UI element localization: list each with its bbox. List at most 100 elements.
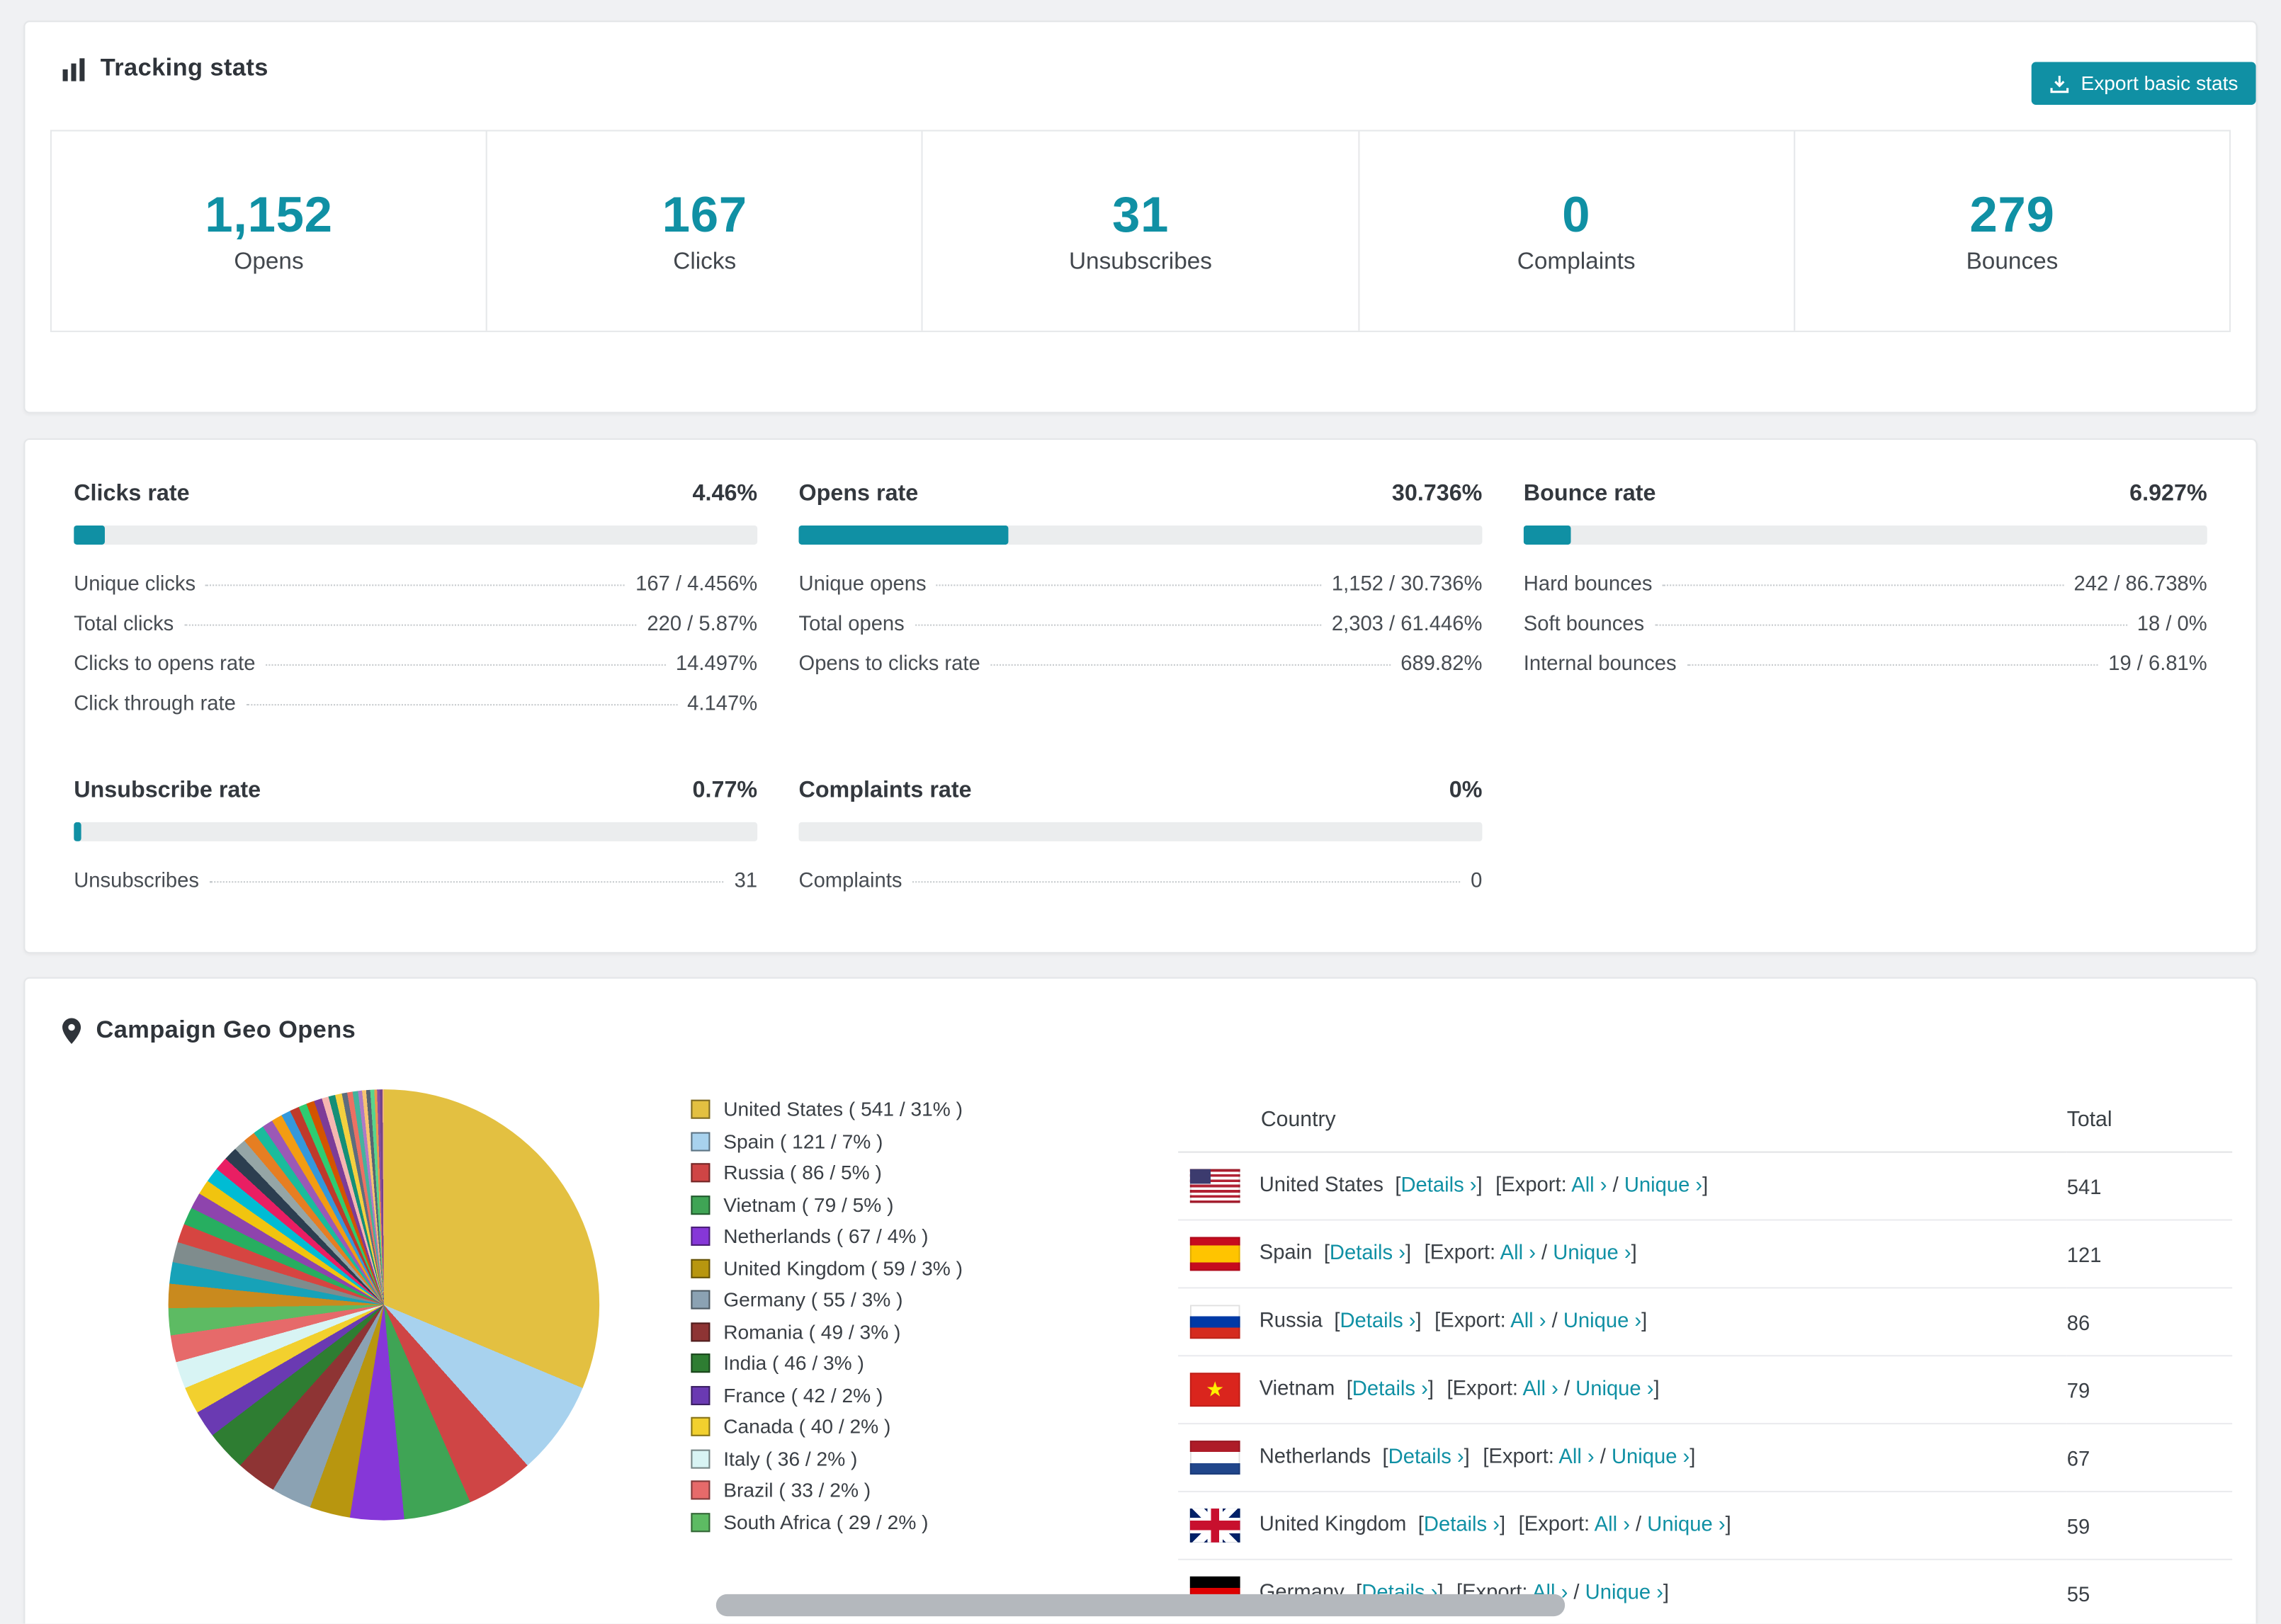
rate-stat-label: Complaints [798, 867, 902, 891]
country-name: United States [1259, 1172, 1383, 1196]
country-name: Spain [1259, 1240, 1313, 1264]
export-unique-link[interactable]: Unique › [1585, 1579, 1663, 1603]
legend-item[interactable]: France ( 42 / 2% ) [691, 1384, 1178, 1406]
dotted-leader [246, 703, 677, 705]
bracket: ] [1427, 1375, 1434, 1400]
export-unique-link[interactable]: Unique › [1553, 1240, 1631, 1264]
details-link[interactable]: Details › [1388, 1444, 1464, 1467]
bracket: ] [1663, 1579, 1670, 1603]
rate-stat-row: Soft bounces 18 / 0% [1524, 602, 2207, 642]
export-unique-link[interactable]: Unique › [1612, 1444, 1689, 1467]
details-link[interactable]: Details › [1330, 1240, 1405, 1264]
country-total: 55 [2066, 1559, 2233, 1624]
total-column-header: Total [2066, 1089, 2233, 1153]
stat-label: Clicks [673, 249, 737, 274]
rate-stat-label: Soft bounces [1523, 610, 1645, 635]
details-link[interactable]: Details › [1352, 1376, 1428, 1399]
rate-stat-row: Unsubscribes 31 [74, 859, 757, 899]
location-pin-icon [60, 1017, 82, 1045]
rate-stat-value: 4.147% [687, 690, 758, 714]
export-all-link[interactable]: All › [1571, 1172, 1607, 1196]
rate-stat-value: 220 / 5.87% [647, 610, 758, 635]
legend-label: South Africa ( 29 / 2% ) [723, 1511, 929, 1533]
details-link[interactable]: Details › [1340, 1308, 1415, 1331]
legend-item[interactable]: Russia ( 86 / 5% ) [691, 1162, 1178, 1183]
export-all-link[interactable]: All › [1558, 1444, 1594, 1467]
legend-item[interactable]: India ( 46 / 3% ) [691, 1352, 1178, 1374]
legend-label: France ( 42 / 2% ) [723, 1383, 883, 1407]
country-total: 121 [2066, 1220, 2233, 1289]
legend-item[interactable]: Vietnam ( 79 / 5% ) [691, 1193, 1178, 1215]
export-label: [Export: [1518, 1511, 1590, 1535]
clicks-rate-section: Clicks rate 4.46% Unique clicks 167 / 4.4… [74, 481, 757, 722]
export-basic-stats-button[interactable]: Export basic stats [2032, 62, 2256, 105]
export-unique-link[interactable]: Unique › [1563, 1308, 1641, 1331]
export-basic-stats-label: Export basic stats [2081, 72, 2238, 95]
export-all-link[interactable]: All › [1510, 1308, 1546, 1331]
legend-swatch [691, 1353, 711, 1373]
legend-item[interactable]: Canada ( 40 / 2% ) [691, 1416, 1178, 1438]
legend-label: Vietnam ( 79 / 5% ) [723, 1193, 894, 1216]
horizontal-scrollbar-thumb[interactable] [715, 1594, 1566, 1617]
legend-item[interactable]: Italy ( 36 / 2% ) [691, 1447, 1178, 1470]
export-unique-link[interactable]: Unique › [1647, 1512, 1725, 1535]
details-link[interactable]: Details › [1400, 1172, 1476, 1196]
bracket: ] [1653, 1375, 1660, 1400]
legend-item[interactable]: Romania ( 49 / 3% ) [691, 1320, 1178, 1342]
table-row: United States [Details ›] [Export: All ›… [1178, 1152, 2233, 1221]
legend-item[interactable]: Netherlands ( 67 / 4% ) [691, 1225, 1178, 1247]
bounce-rate-section: Bounce rate 6.927% Hard bounces 242 / 86.… [1523, 481, 2207, 722]
rate-stat-label: Total opens [798, 610, 905, 635]
opens-rate-value: 30.736% [1391, 481, 1483, 506]
legend-label: Italy ( 36 / 2% ) [723, 1447, 858, 1470]
table-header-row: Country Total [1178, 1089, 2233, 1153]
bracket: [ [1346, 1375, 1352, 1400]
dotted-leader [912, 880, 1461, 882]
export-all-link[interactable]: All › [1595, 1512, 1630, 1535]
bracket: ] [1641, 1307, 1648, 1332]
geo-pie-chart[interactable] [168, 1089, 600, 1521]
separator: / [1636, 1511, 1642, 1535]
legend-swatch [691, 1226, 711, 1246]
legend-item[interactable]: Germany ( 55 / 3% ) [691, 1288, 1178, 1311]
details-link[interactable]: Details › [1424, 1512, 1500, 1535]
legend-label: Netherlands ( 67 / 4% ) [723, 1225, 929, 1248]
clicks-rate-progress-fill [74, 525, 105, 545]
rate-stat-value: 2,303 / 61.446% [1331, 610, 1483, 635]
rate-stat-label: Unique clicks [74, 570, 196, 594]
legend-item[interactable]: Spain ( 121 / 7% ) [691, 1130, 1178, 1152]
legend-label: Germany ( 55 / 3% ) [723, 1288, 903, 1311]
export-all-link[interactable]: All › [1523, 1376, 1558, 1399]
bracket: ] [1464, 1443, 1470, 1468]
rate-stat-label: Unique opens [798, 570, 927, 594]
export-unique-link[interactable]: Unique › [1575, 1376, 1653, 1399]
legend-swatch [691, 1480, 711, 1500]
complaints-rate-section: Complaints rate 0% Complaints 0 [798, 778, 1483, 899]
opens-rate-section: Opens rate 30.736% Unique opens 1,152 / 3… [798, 481, 1483, 722]
legend-label: India ( 46 / 3% ) [723, 1352, 864, 1375]
rate-stat-value: 689.82% [1400, 650, 1483, 674]
export-unique-link[interactable]: Unique › [1624, 1172, 1702, 1196]
export-all-link[interactable]: All › [1500, 1240, 1536, 1264]
bracket: ] [1415, 1307, 1422, 1332]
export-label: [Export: [1434, 1307, 1506, 1332]
tracking-stats-title: Tracking stats [100, 55, 268, 81]
geo-table-wrap: Country Total United States [Details ›] … [1178, 1089, 2233, 1624]
bounce-rate-value: 6.927% [2129, 481, 2207, 506]
table-row: United Kingdom [Details ›] [Export: All … [1178, 1491, 2233, 1560]
legend-item[interactable]: South Africa ( 29 / 2% ) [691, 1511, 1178, 1533]
bounce-rate-title: Bounce rate [1523, 481, 1656, 506]
legend-item[interactable]: Brazil ( 33 / 2% ) [691, 1479, 1178, 1501]
opens-rate-progress-bar [798, 525, 1483, 545]
country-flag-icon [1189, 1169, 1240, 1203]
geo-opens-card: Campaign Geo Opens United States ( 541 /… [23, 977, 2258, 1624]
geo-opens-table: Country Total United States [Details ›] … [1178, 1089, 2233, 1624]
table-row: Vietnam [Details ›] [Export: All › / Uni… [1178, 1356, 2233, 1425]
legend-swatch [691, 1163, 711, 1183]
country-name: United Kingdom [1259, 1511, 1407, 1535]
legend-item[interactable]: United Kingdom ( 59 / 3% ) [691, 1257, 1178, 1279]
rate-stat-value: 19 / 6.81% [2108, 650, 2207, 674]
rate-stat-value: 242 / 86.738% [2073, 570, 2207, 594]
legend-item[interactable]: United States ( 541 / 31% ) [691, 1098, 1178, 1120]
rate-stat-row: Opens to clicks rate 689.82% [798, 642, 1482, 682]
